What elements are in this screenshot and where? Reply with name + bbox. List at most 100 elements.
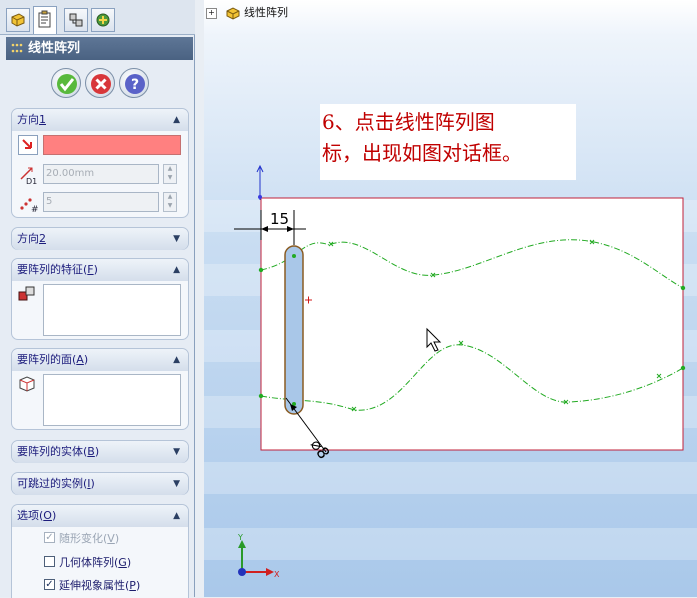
expand-down-icon[interactable]: ▼: [173, 473, 180, 495]
help-question-icon: ?: [125, 74, 145, 94]
vary-sketch-close: ): [114, 532, 120, 545]
title-text: 线性阵列: [28, 41, 81, 56]
slot-point: [292, 254, 296, 258]
direction2-group[interactable]: 方向2 ▼: [11, 227, 189, 250]
direction1-header[interactable]: 方向1 ▲: [12, 109, 188, 131]
direction1-number: 1: [39, 113, 46, 126]
slot-feature[interactable]: [284, 245, 304, 415]
distance-spinner[interactable]: ▲ ▼: [163, 164, 177, 184]
propagate-visual-checkbox[interactable]: ✓: [44, 579, 55, 590]
bodies-to-pattern-header[interactable]: 要阵列的实体(B) ▼: [12, 441, 188, 463]
options-close: ): [51, 509, 57, 522]
sketch-rectangle[interactable]: [260, 197, 684, 451]
direction1-group: 方向1 ▲ D1 20.00mm ▲ ▼ # 5 ▲ ▼: [11, 108, 189, 218]
features-list-box[interactable]: [43, 284, 181, 336]
geometry-pattern-key: G: [118, 556, 127, 569]
expand-down-icon[interactable]: ▼: [173, 441, 180, 463]
distance-field[interactable]: 20.00mm: [43, 164, 159, 184]
bodies-key: B: [87, 445, 95, 458]
dimxpert-manager-tab[interactable]: [91, 8, 115, 32]
svg-text:D1: D1: [26, 177, 37, 185]
features-close: ): [93, 263, 98, 276]
features-label: 要阵列的特征(: [17, 263, 88, 276]
reverse-direction-button[interactable]: [18, 135, 38, 155]
graphics-area[interactable]: + 线性阵列 15 ⌀8 Y X 6、点击线性阵列图 标，出现如图对话框。: [204, 0, 697, 597]
faces-to-pattern-group: 要阵列的面(A) ▲: [11, 348, 189, 430]
dimxpert-manager-icon: [96, 13, 110, 27]
direction2-label: 方向: [17, 232, 39, 245]
instances-to-skip-header[interactable]: 可跳过的实例(I) ▼: [12, 473, 188, 495]
vary-sketch-text: 随形变化(: [59, 532, 108, 545]
triad-x-label: X: [274, 570, 280, 579]
triad-origin: [238, 568, 246, 576]
instances-field[interactable]: 5: [43, 192, 159, 212]
dim-15-text[interactable]: 15: [270, 210, 289, 228]
faces-to-pattern-header[interactable]: 要阵列的面(A) ▲: [12, 349, 188, 371]
distance-icon: D1: [20, 167, 37, 185]
collapse-up-icon[interactable]: ▲: [173, 505, 180, 527]
svg-text:?: ?: [131, 77, 139, 93]
direction2-header[interactable]: 方向2 ▼: [12, 228, 188, 250]
configuration-manager-tab[interactable]: [64, 8, 88, 32]
collapse-up-icon[interactable]: ▲: [173, 109, 180, 131]
reverse-direction-icon: [22, 139, 32, 149]
propagate-visual-text: 延伸视象属性(: [59, 579, 130, 592]
linear-pattern-icon: [11, 43, 23, 53]
vary-sketch-label: 随形变化(V): [59, 530, 119, 546]
ok-check-icon: [57, 74, 77, 94]
direction1-selection-box[interactable]: [43, 135, 181, 155]
expand-down-icon[interactable]: ▼: [173, 228, 180, 250]
manager-tabs: [0, 0, 195, 35]
options-header[interactable]: 选项(O) ▲: [12, 505, 188, 527]
options-group: 选项(O) ▲ ✓ 随形变化(V) 几何体阵列(G) ✓ 延伸视象属性(P): [11, 504, 189, 598]
faces-close: ): [83, 353, 89, 366]
skip-label: 可跳过的实例(: [17, 477, 88, 490]
vary-sketch-key: V: [107, 532, 115, 545]
svg-text:#: #: [31, 205, 38, 213]
geometry-pattern-text: 几何体阵列(: [59, 556, 119, 569]
features-icon: [18, 286, 35, 301]
annotation-line-2: 标，出现如图对话框。: [322, 141, 522, 165]
propagate-visual-close: ): [135, 579, 141, 592]
features-to-pattern-header[interactable]: 要阵列的特征(F) ▲: [12, 259, 188, 281]
options-key: O: [43, 509, 52, 522]
faces-key: A: [76, 353, 84, 366]
geometry-pattern-checkbox[interactable]: [44, 556, 55, 567]
collapse-up-icon[interactable]: ▲: [173, 349, 180, 371]
cancel-button[interactable]: [85, 68, 115, 98]
property-manager-icon: [38, 10, 51, 28]
faces-label: 要阵列的面(: [17, 353, 77, 366]
configuration-manager-icon: [69, 13, 83, 27]
triad-x-arrow: [266, 568, 274, 576]
annotation-box: 6、点击线性阵列图 标，出现如图对话框。: [320, 104, 576, 180]
options-label: 选项(: [17, 509, 44, 522]
vary-sketch-checkbox[interactable]: ✓: [44, 532, 55, 543]
help-button[interactable]: ?: [119, 68, 149, 98]
cancel-x-icon: [91, 74, 111, 94]
geometry-pattern-close: ): [126, 556, 132, 569]
bodies-to-pattern-group[interactable]: 要阵列的实体(B) ▼: [11, 440, 189, 463]
triad-y-label: Y: [237, 533, 243, 542]
propagate-visual-label: 延伸视象属性(P): [59, 577, 140, 593]
geometry-pattern-label: 几何体阵列(G): [59, 554, 131, 570]
direction2-number: 2: [39, 232, 46, 245]
instances-icon: #: [20, 198, 38, 213]
sketch-canvas: 15 ⌀8 Y X: [234, 164, 686, 579]
origin-point: [258, 195, 262, 199]
propagate-visual-key: P: [129, 579, 136, 592]
feature-manager-tab[interactable]: [6, 8, 30, 32]
faces-list-box[interactable]: [43, 374, 181, 426]
property-manager-title: 线性阵列: [6, 37, 193, 60]
instances-spinner[interactable]: ▲ ▼: [163, 192, 177, 212]
bodies-close: ): [94, 445, 100, 458]
property-manager-tab[interactable]: [33, 6, 57, 34]
skip-close: ): [90, 477, 95, 490]
annotation-line-1: 6、点击线性阵列图: [322, 110, 495, 134]
ok-button[interactable]: [51, 68, 81, 98]
collapse-up-icon[interactable]: ▲: [173, 259, 180, 281]
direction1-label: 方向: [17, 113, 39, 126]
bodies-label: 要阵列的实体(: [17, 445, 88, 458]
faces-icon: [19, 376, 35, 392]
property-manager-panel: 线性阵列 ? 方向1 ▲ D1 20.00mm ▲ ▼ # 5 ▲ ▼ 方向2 …: [0, 0, 195, 598]
instances-to-skip-group[interactable]: 可跳过的实例(I) ▼: [11, 472, 189, 495]
